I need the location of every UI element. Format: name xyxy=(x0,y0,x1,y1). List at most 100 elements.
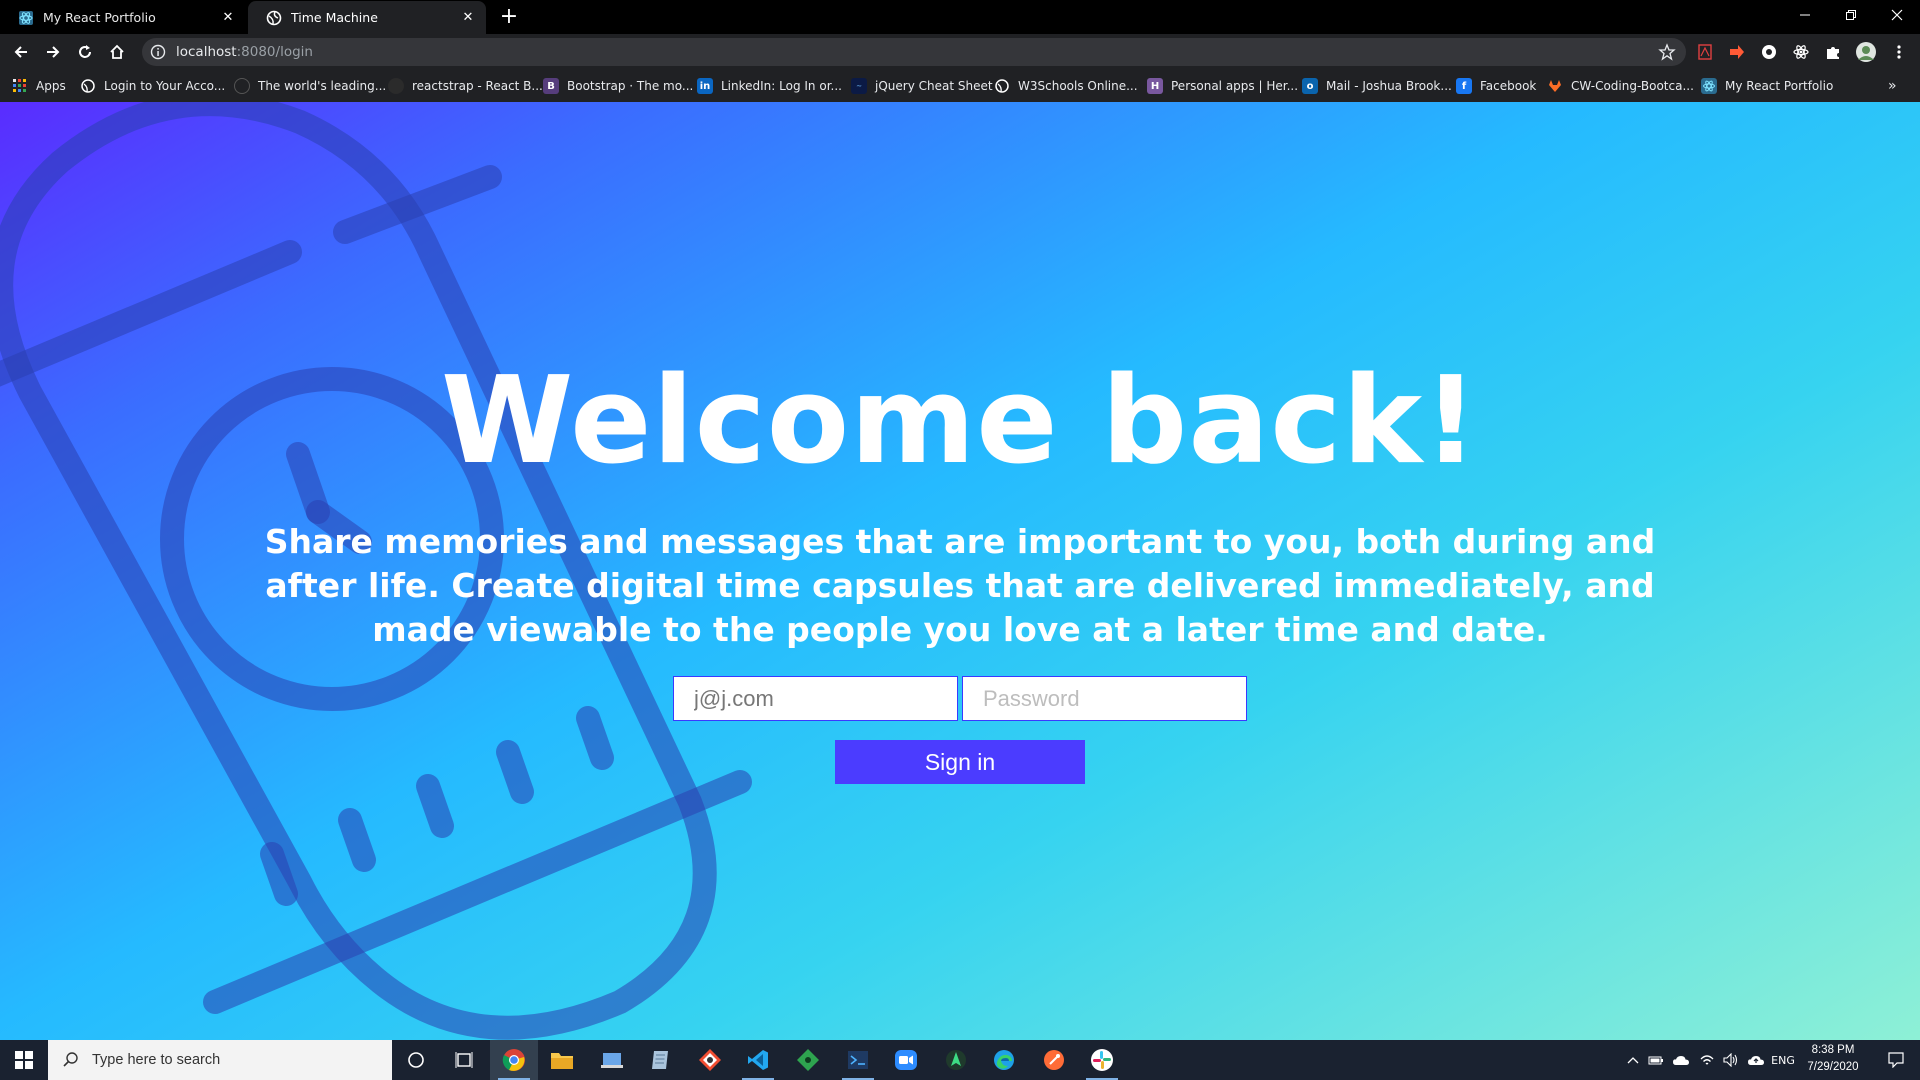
bookmark-facebook[interactable]: f Facebook xyxy=(1456,70,1536,102)
react-icon xyxy=(18,10,34,26)
globe-icon xyxy=(994,78,1010,94)
linkedin-icon: in xyxy=(697,78,713,94)
show-hidden-icons-icon[interactable] xyxy=(1622,1040,1644,1080)
info-icon[interactable] xyxy=(150,44,166,60)
clock-date: 7/29/2020 xyxy=(1807,1061,1859,1073)
pdf-extension-icon[interactable] xyxy=(1696,43,1714,61)
bookmark-reactstrap[interactable]: reactstrap - React B... xyxy=(388,70,543,102)
back-icon[interactable] xyxy=(8,39,34,65)
url-host: localhost xyxy=(176,44,237,60)
search-placeholder: Type here to search xyxy=(92,1052,221,1068)
volume-icon[interactable] xyxy=(1720,1040,1742,1080)
bookmark-linkedin[interactable]: in LinkedIn: Log In or... xyxy=(697,70,842,102)
extensions-puzzle-icon[interactable] xyxy=(1824,43,1842,61)
bookmark-label: Personal apps | Her... xyxy=(1171,79,1299,93)
windows-start-icon[interactable] xyxy=(0,1040,48,1080)
bookmark-label: W3Schools Online... xyxy=(1018,79,1138,93)
address-bar[interactable]: localhost:8080/login xyxy=(142,38,1686,66)
tab-time-machine[interactable]: Time Machine ✕ xyxy=(248,1,486,34)
outlook-icon: o xyxy=(1302,78,1318,94)
gitkraken-icon[interactable] xyxy=(686,1040,734,1080)
slack-icon[interactable] xyxy=(1078,1040,1126,1080)
language-indicator[interactable]: ENG xyxy=(1770,1040,1796,1080)
bookmark-label: Mail - Joshua Brook... xyxy=(1326,79,1452,93)
apps-grid-icon xyxy=(12,78,28,94)
bookmark-label: Login to Your Acco... xyxy=(104,79,226,93)
android-studio-icon[interactable] xyxy=(932,1040,980,1080)
minimize-icon[interactable] xyxy=(1782,0,1828,30)
bookmark-jquery[interactable]: ~ jQuery Cheat Sheet xyxy=(851,70,993,102)
react-devtools-icon[interactable] xyxy=(1792,43,1810,61)
bookmark-label: Apps xyxy=(36,79,66,93)
new-tab-button[interactable]: + xyxy=(498,6,520,28)
url-path: :8080/login xyxy=(236,44,313,60)
login-page: Welcome back! Share memories and message… xyxy=(0,102,1920,1040)
bookmark-gitlab[interactable]: CW-Coding-Bootca... xyxy=(1547,70,1694,102)
bookmark-github[interactable]: The world's leading... xyxy=(234,70,386,102)
terminal-app-icon[interactable] xyxy=(834,1040,882,1080)
file-explorer-icon[interactable] xyxy=(538,1040,586,1080)
green-app-icon[interactable] xyxy=(784,1040,832,1080)
vscode-icon[interactable] xyxy=(734,1040,782,1080)
bookmark-heroku[interactable]: H Personal apps | Her... xyxy=(1147,70,1298,102)
bookmark-bootstrap[interactable]: B Bootstrap · The mo... xyxy=(543,70,693,102)
taskbar-search[interactable]: Type here to search xyxy=(48,1040,392,1080)
profile-avatar[interactable] xyxy=(1855,41,1877,63)
forward-icon[interactable] xyxy=(40,39,66,65)
globe-icon xyxy=(266,10,282,26)
notifications-icon[interactable] xyxy=(1872,1040,1920,1080)
bookmark-label: CW-Coding-Bootca... xyxy=(1571,79,1694,93)
close-icon[interactable]: ✕ xyxy=(220,10,236,26)
bookmark-apps[interactable]: Apps xyxy=(12,70,66,102)
onedrive-icon[interactable] xyxy=(1670,1040,1692,1080)
chrome-icon[interactable] xyxy=(490,1040,538,1080)
arrow-extension-icon[interactable] xyxy=(1728,43,1746,61)
notes-app-icon[interactable] xyxy=(636,1040,684,1080)
bookmark-label: My React Portfolio xyxy=(1725,79,1834,93)
globe-icon xyxy=(80,78,96,94)
task-view-icon[interactable] xyxy=(440,1040,488,1080)
email-field[interactable] xyxy=(673,676,958,721)
postman-icon[interactable] xyxy=(1030,1040,1078,1080)
jquery-icon: ~ xyxy=(851,78,867,94)
windows-taskbar: Type here to search ENG 8:38 PM 7/29/202… xyxy=(0,1040,1920,1080)
circle-extension-icon[interactable] xyxy=(1760,43,1778,61)
bookmark-login[interactable]: Login to Your Acco... xyxy=(80,70,225,102)
home-icon[interactable] xyxy=(104,39,130,65)
cloud-sync-icon[interactable] xyxy=(1744,1040,1768,1080)
cortana-icon[interactable] xyxy=(392,1040,440,1080)
heroku-icon: H xyxy=(1147,78,1163,94)
bookmarks-bar: Apps Login to Your Acco... The world's l… xyxy=(0,70,1920,102)
zoom-icon[interactable] xyxy=(882,1040,930,1080)
page-tagline: Share memories and messages that are imp… xyxy=(264,522,1656,649)
visual-studio-installer-icon[interactable] xyxy=(588,1040,636,1080)
sign-in-button[interactable]: Sign in xyxy=(835,740,1085,784)
system-clock[interactable]: 8:38 PM 7/29/2020 xyxy=(1798,1042,1868,1078)
bookmark-react-portfolio[interactable]: My React Portfolio xyxy=(1701,70,1833,102)
battery-icon[interactable] xyxy=(1645,1040,1667,1080)
bookmark-w3schools[interactable]: W3Schools Online... xyxy=(994,70,1138,102)
gitlab-icon xyxy=(1547,78,1563,94)
reload-icon[interactable] xyxy=(72,39,98,65)
bookmark-star-icon[interactable] xyxy=(1658,43,1676,61)
tab-my-react-portfolio[interactable]: My React Portfolio ✕ xyxy=(0,1,246,34)
browser-tab-strip: My React Portfolio ✕ Time Machine ✕ + xyxy=(0,0,1920,34)
facebook-icon: f xyxy=(1456,78,1472,94)
menu-kebab-icon[interactable] xyxy=(1890,43,1908,61)
bookmark-label: The world's leading... xyxy=(258,79,387,93)
bootstrap-icon: B xyxy=(543,78,559,94)
wifi-icon[interactable] xyxy=(1696,1040,1718,1080)
bookmark-mail[interactable]: o Mail - Joshua Brook... xyxy=(1302,70,1452,102)
bookmark-label: jQuery Cheat Sheet xyxy=(875,79,993,93)
tab-title: Time Machine xyxy=(291,10,378,25)
close-window-icon[interactable] xyxy=(1874,0,1920,30)
bookmark-label: Bootstrap · The mo... xyxy=(567,79,694,93)
edge-icon[interactable] xyxy=(980,1040,1028,1080)
close-icon[interactable]: ✕ xyxy=(460,10,476,26)
url-text: localhost:8080/login xyxy=(176,44,313,60)
restore-icon[interactable] xyxy=(1828,0,1874,30)
bookmarks-overflow-icon[interactable]: » xyxy=(1888,70,1897,102)
reactstrap-icon xyxy=(388,78,404,94)
clock-time: 8:38 PM xyxy=(1811,1044,1855,1056)
password-field[interactable] xyxy=(962,676,1247,721)
